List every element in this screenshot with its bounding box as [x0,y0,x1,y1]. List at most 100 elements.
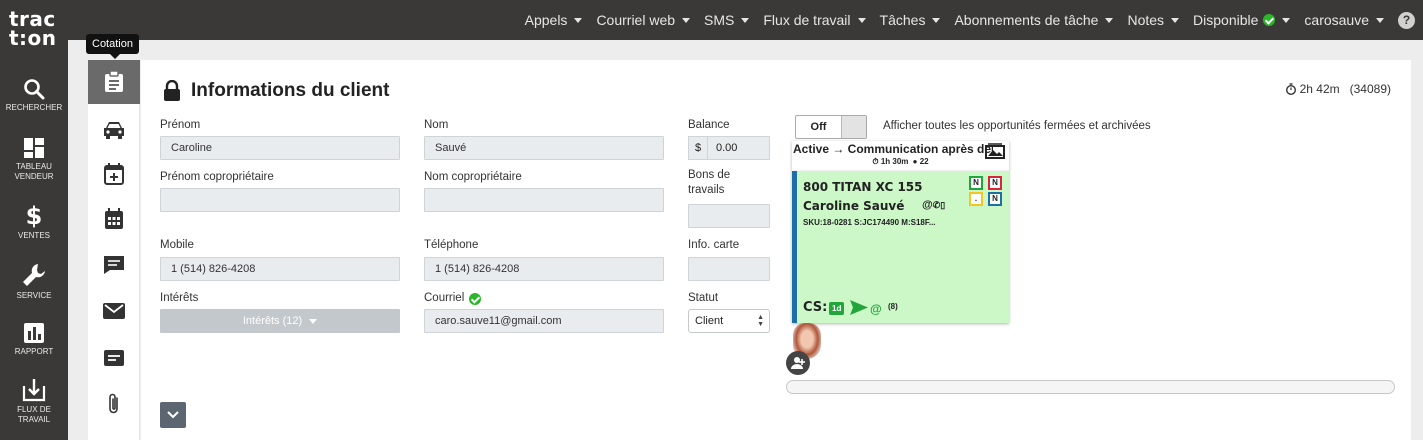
nav-user-menu[interactable]: carosauve [1304,12,1384,28]
top-navbar: Appels Courriel web SMS Flux de travail … [0,0,1423,40]
help-icon[interactable]: ? [1398,11,1415,29]
balance-value: 0.00 [708,136,770,160]
chat-icon [104,256,124,274]
at-icon: @ [870,302,882,316]
nav-notes[interactable]: Notes [1127,12,1180,28]
info-carte-label: Info. carte [688,239,740,251]
opportunity-progress-bar [786,380,1395,394]
nav-sms[interactable]: SMS [704,12,750,28]
sidebar-item-ventes[interactable]: $ VENTES [0,204,68,241]
lock-icon [164,80,180,101]
tab-rendez-vous[interactable] [88,152,140,196]
mobile-label: Mobile [160,239,194,251]
telephone-field[interactable]: 1 (514) 826-4208 [424,257,664,281]
add-user-icon [791,357,805,369]
tab-pieces-jointes[interactable] [88,382,140,426]
coproprietaire-prenom-label: Prénom copropriétaire [160,171,274,183]
mail-icon [103,303,125,319]
info-carte-field[interactable] [688,257,770,281]
tab-messages[interactable] [88,243,140,287]
panel-header: Informations du client [163,80,389,102]
sidebar-item-rapport[interactable]: RAPPORT [0,322,68,357]
expand-toggle-button[interactable] [160,402,186,428]
caret-down-icon [574,17,583,23]
wrench-icon [23,264,45,286]
nav-abonnements[interactable]: Abonnements de tâche [954,12,1114,28]
balance-field[interactable]: $ 0.00 [688,136,770,160]
caret-down-icon [741,17,750,23]
interets-dropdown-button[interactable]: Intérêts (12) [160,309,400,333]
cs-count: (8) [888,302,898,311]
opportunity-stage: Active → Communication après deuxi [793,142,993,156]
interets-label: Intérêts [160,292,199,304]
sidebar-item-service[interactable]: SERVICE [0,262,68,301]
opportunity-card-header[interactable]: Active → Communication après deuxi ⏱ 1h … [792,141,1009,171]
sidebar-item-tableau-vendeur[interactable]: TABLEAU VENDEUR [0,137,68,182]
tab-calendrier[interactable] [88,197,140,241]
stopwatch-icon: ⏱ [872,157,879,166]
top-nav-menu: Appels Courriel web SMS Flux de travail … [525,0,1423,40]
bons-de-travail-field[interactable] [688,204,770,228]
dollar-icon: $ [25,202,43,230]
cs-label: CS: [803,300,828,315]
currency-addon: $ [688,136,708,160]
coproprietaire-prenom-field[interactable] [160,188,400,212]
show-closed-label: Afficher toutes les opportunités fermées… [883,120,1151,132]
statut-select[interactable]: Client ▲ ▼ [688,309,770,333]
calendar-plus-icon [104,163,124,185]
report-icon [24,323,44,343]
status-badge-yellow: . [969,192,983,206]
tab-cotation[interactable] [88,60,140,104]
caret-down-icon [1376,17,1384,23]
client-name: Caroline Sauvé [803,199,905,213]
cs-delay-tag: 1d [829,302,845,315]
mobile-field[interactable]: 1 (514) 826-4208 [160,257,400,281]
note-icon [104,350,124,366]
send-icon [850,300,868,315]
tab-notes[interactable] [88,336,140,380]
nom-field[interactable]: Sauvé [424,136,664,160]
caret-down-icon [1282,17,1291,23]
timer-value: 2h 42m [1299,82,1340,96]
caret-down-icon [932,17,941,23]
tab-courriel[interactable] [88,289,140,333]
select-arrows-icon: ▲ ▼ [757,314,764,328]
nom-label: Nom [424,119,449,131]
download-icon [22,379,46,402]
nav-appels[interactable]: Appels [525,12,583,28]
balance-label: Balance [688,119,730,131]
status-badge-blue: N [988,192,1002,206]
client-info-panel: Informations du client 2h 42m (34089) Pr… [141,60,1411,440]
lead-timer: 2h 42m (34089) [1285,82,1391,96]
page-title: Informations du client [191,80,390,101]
status-badge-green: N [969,176,983,190]
prenom-field[interactable]: Caroline [160,136,400,160]
caret-down-icon [857,17,866,23]
at-icon: @ [922,199,933,211]
opportunity-card[interactable]: 800 TITAN XC 155 Caroline Sauvé @✆▯ SKU:… [792,171,1009,323]
dashboard-icon [24,138,44,158]
nav-courriel-web[interactable]: Courriel web [596,12,691,28]
courriel-field[interactable]: caro.sauve11@gmail.com [424,309,664,333]
check-circle-icon [1263,14,1276,26]
tab-vehicule[interactable] [88,108,140,152]
coproprietaire-nom-field[interactable] [424,188,664,212]
caret-down-icon [309,318,318,324]
traction-logo[interactable]: trac t:on [0,0,68,60]
vehicle-sku: SKU:18-0281 S:JC174490 M:S18F... [803,218,936,227]
telephone-label: Téléphone [424,239,479,251]
nav-flux-de-travail[interactable]: Flux de travail [763,12,866,28]
vehicle-name: 800 TITAN XC 155 [803,180,923,194]
main-sidebar: RECHERCHER TABLEAU VENDEUR $ VENTES SERV… [0,60,68,440]
sidebar-item-flux-de-travail[interactable]: FLUX DE TRAVAIL [0,378,68,425]
show-closed-toggle[interactable]: Off [795,115,867,139]
add-advisor-button[interactable] [786,351,810,375]
paperclip-icon [109,393,118,414]
nav-taches[interactable]: Tâches [880,12,941,28]
chevron-down-icon [167,411,179,419]
clock-icon: ● [912,157,918,166]
caret-down-icon [1105,17,1114,23]
stopwatch-icon [1285,83,1296,95]
nav-disponible[interactable]: Disponible [1193,12,1291,28]
sidebar-item-rechercher[interactable]: RECHERCHER [0,78,68,113]
